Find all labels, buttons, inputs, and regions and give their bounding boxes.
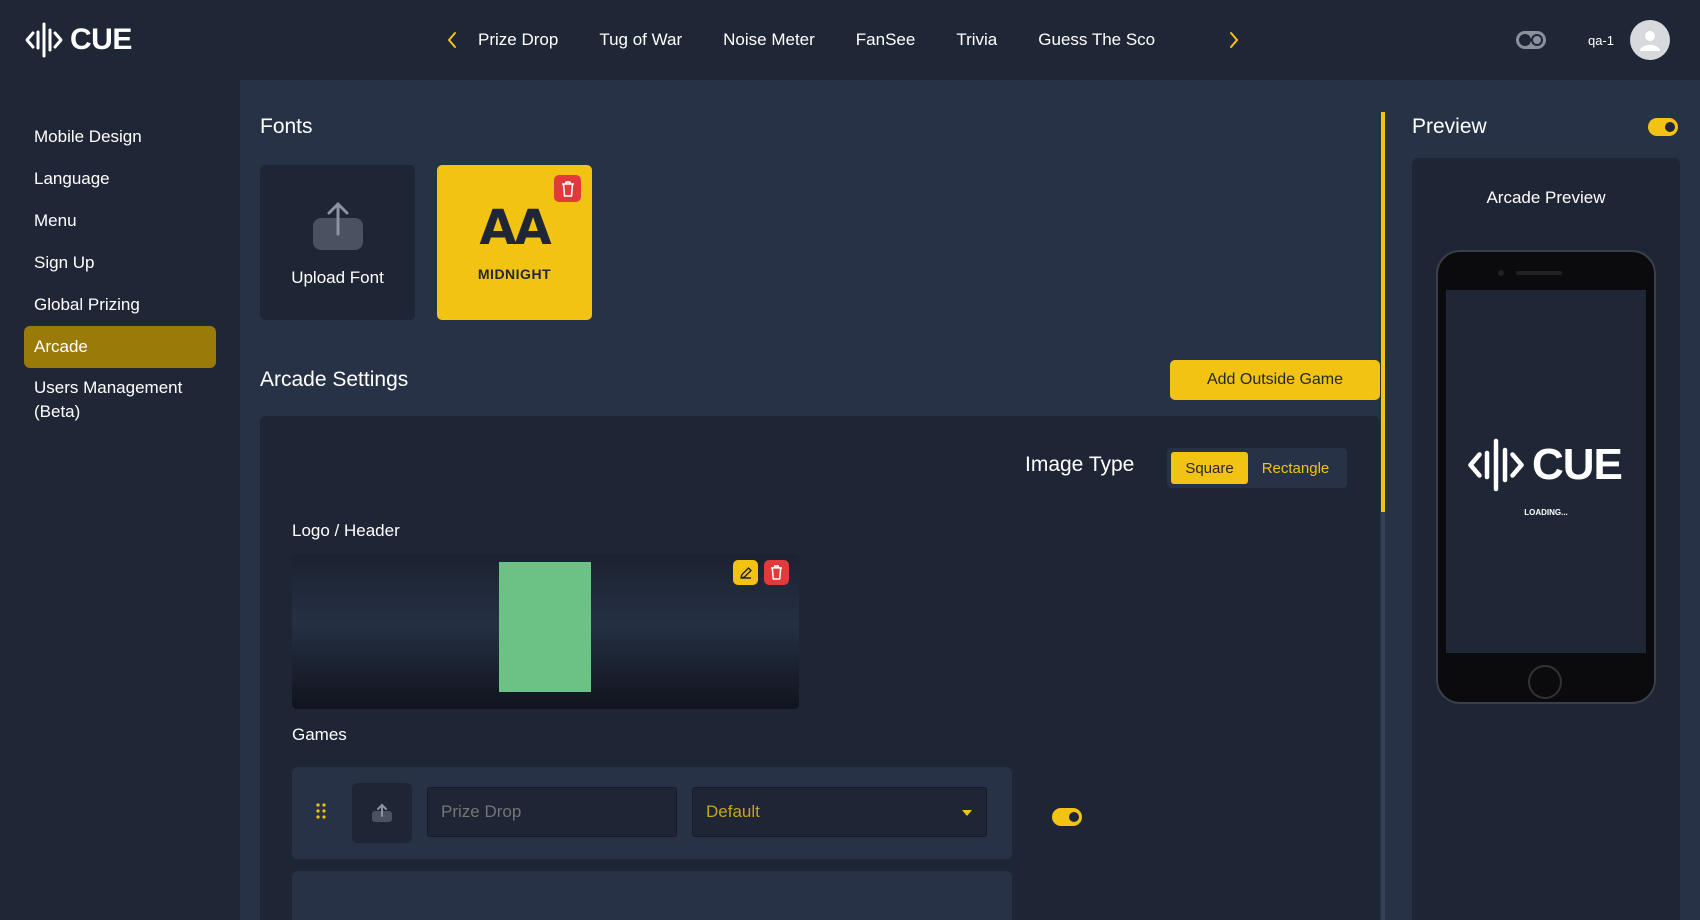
nav-item-guess-the-score[interactable]: Guess The Sco: [1038, 20, 1155, 60]
moon-icon: [1530, 34, 1543, 46]
nav-item-tug-of-war[interactable]: Tug of War: [599, 20, 682, 60]
chevron-right-icon[interactable]: [1222, 20, 1246, 60]
chevron-left-icon[interactable]: [440, 20, 464, 60]
phone-logo-text: CUE: [1532, 440, 1623, 489]
toggle-knob: [1069, 812, 1079, 822]
upload-icon: [372, 803, 392, 822]
top-bar: CUE Prize Drop Tug of War Noise Meter Fa…: [0, 0, 1700, 80]
logo-header-label: Logo / Header: [292, 521, 400, 540]
phone-logo: CUE: [1466, 435, 1623, 495]
top-right-controls: qa-1: [1515, 18, 1670, 62]
main-content: Fonts Upload Font AA MIDNIGHT Arcade Set…: [240, 80, 1700, 920]
select-value: Default: [706, 802, 760, 821]
game-row: [292, 871, 1012, 920]
upload-font-label: Upload Font: [291, 267, 384, 287]
fonts-title: Fonts: [260, 115, 313, 138]
add-outside-game-button[interactable]: Add Outside Game: [1170, 360, 1380, 400]
sidebar-item-global-prizing[interactable]: Global Prizing: [24, 284, 216, 326]
loading-text: LOADING...: [1524, 508, 1568, 517]
sidebar-item-menu[interactable]: Menu: [24, 200, 216, 242]
delete-logo-button[interactable]: [764, 560, 789, 585]
trash-icon: [561, 180, 574, 197]
game-name-input[interactable]: [427, 787, 677, 837]
cue-logo-icon: [25, 22, 63, 58]
nav-item-fansee[interactable]: FanSee: [856, 20, 916, 60]
preview-title: Preview: [1412, 115, 1487, 138]
nav-item-noise-meter[interactable]: Noise Meter: [723, 20, 815, 60]
scrollbar-thumb[interactable]: [1381, 112, 1385, 512]
toggle-knob: [1518, 34, 1531, 46]
toggle-knob: [1665, 122, 1675, 132]
caret-down-icon: [962, 810, 972, 816]
font-glyph-preview: AA: [479, 199, 551, 256]
upload-icon: [312, 202, 363, 250]
drag-handle-icon[interactable]: [316, 803, 326, 819]
sidebar-item-users-management[interactable]: Users Management (Beta): [24, 376, 216, 426]
brand-logo[interactable]: CUE: [24, 20, 132, 60]
edit-pencil-icon: [739, 566, 752, 579]
font-name: MIDNIGHT: [477, 265, 552, 282]
delete-font-button[interactable]: [554, 175, 581, 202]
game-enabled-toggle[interactable]: [1052, 808, 1082, 826]
preview-toggle[interactable]: [1648, 118, 1678, 136]
phone-mockup: CUE LOADING...: [1436, 250, 1656, 704]
game-row: Default: [292, 767, 1012, 859]
game-nav: Prize Drop Tug of War Noise Meter FanSee…: [440, 20, 1246, 60]
sidebar-item-language[interactable]: Language: [24, 158, 216, 200]
sidebar-item-sign-up[interactable]: Sign Up: [24, 242, 216, 284]
edit-logo-button[interactable]: [733, 560, 758, 585]
image-type-selector: Square Rectangle: [1167, 448, 1347, 488]
game-style-select[interactable]: Default: [692, 787, 987, 837]
arcade-preview-title: Arcade Preview: [1486, 188, 1606, 207]
font-card-midnight[interactable]: AA MIDNIGHT: [437, 165, 592, 320]
logo-image-placeholder: [499, 562, 591, 692]
preview-panel: Arcade Preview CUE LOADING...: [1412, 158, 1680, 920]
arcade-settings-title: Arcade Settings: [260, 368, 409, 391]
phone-camera: [1498, 270, 1504, 276]
arcade-settings-panel: Image Type Square Rectangle Logo / Heade…: [260, 416, 1380, 920]
sidebar-item-arcade[interactable]: Arcade: [24, 326, 216, 368]
logo-header-image[interactable]: [292, 554, 799, 709]
user-name: qa-1: [1587, 32, 1614, 48]
sidebar: Mobile Design Language Menu Sign Up Glob…: [0, 80, 240, 920]
brand-name: CUE: [70, 23, 132, 56]
image-type-square[interactable]: Square: [1171, 452, 1248, 484]
sidebar-item-mobile-design[interactable]: Mobile Design: [24, 116, 216, 158]
phone-home-button: [1528, 665, 1562, 699]
cue-logo-icon: [1468, 438, 1524, 492]
sidebar-item-label: Users Management: [34, 378, 183, 397]
user-avatar-icon[interactable]: [1630, 20, 1670, 60]
phone-speaker: [1516, 271, 1562, 275]
nav-items: Prize Drop Tug of War Noise Meter FanSee…: [478, 20, 1208, 60]
trash-icon: [770, 565, 783, 580]
theme-toggle-icon[interactable]: [1515, 31, 1546, 49]
sidebar-item-label-beta: (Beta): [34, 402, 81, 421]
game-image-upload[interactable]: [352, 783, 412, 843]
games-label: Games: [292, 725, 347, 744]
nav-item-trivia[interactable]: Trivia: [956, 20, 997, 60]
nav-item-prize-drop[interactable]: Prize Drop: [478, 20, 558, 60]
upload-font-button[interactable]: Upload Font: [260, 165, 415, 320]
image-type-rectangle[interactable]: Rectangle: [1248, 452, 1343, 484]
image-type-label: Image Type: [1025, 453, 1135, 476]
phone-screen: CUE LOADING...: [1446, 290, 1646, 653]
